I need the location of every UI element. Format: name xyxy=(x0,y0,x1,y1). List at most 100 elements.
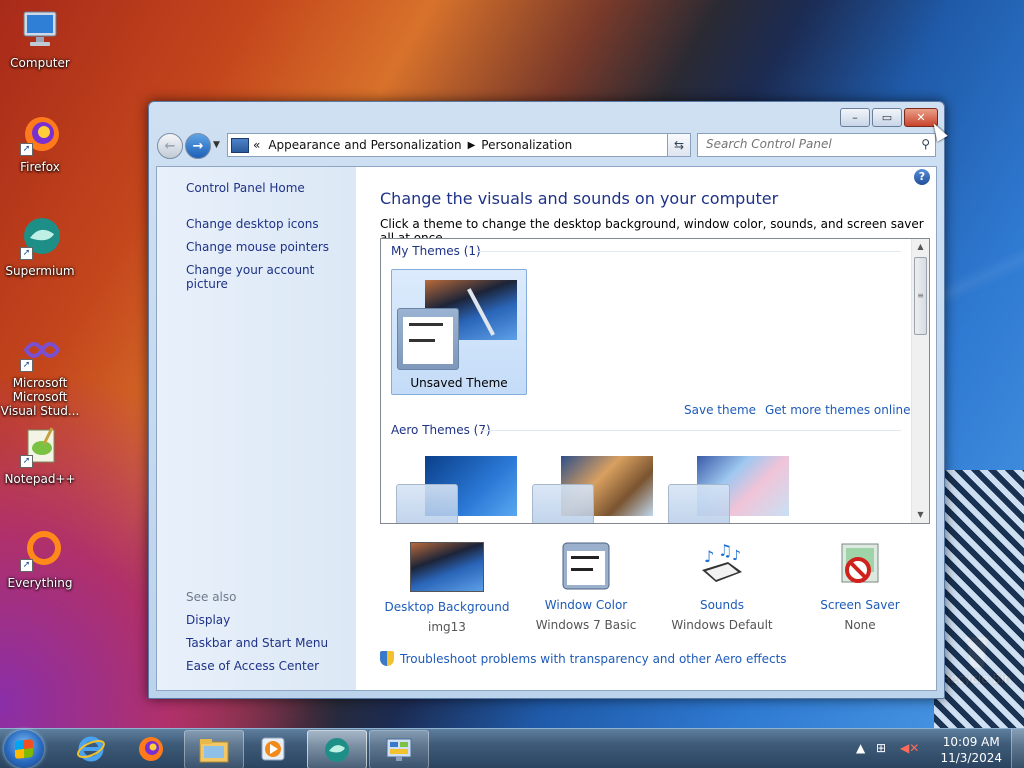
control-panel-home-link[interactable]: Control Panel Home xyxy=(186,181,305,195)
desktop-icon-label: Recycle Bin xyxy=(942,672,1012,686)
change-desktop-icons-link[interactable]: Change desktop icons xyxy=(186,217,319,231)
maximize-button[interactable]: ▭ xyxy=(872,108,902,127)
sounds-setting[interactable]: ♪ ♫ ♪ Sounds Windows Default xyxy=(657,541,787,632)
aero-theme-architecture-tile[interactable] xyxy=(527,456,655,523)
shield-icon xyxy=(380,651,394,666)
file-explorer-icon xyxy=(199,738,229,762)
recycle-bin-icon xyxy=(957,632,997,672)
breadcrumb-personalization[interactable]: Personalization xyxy=(481,138,572,152)
display-link[interactable]: Display xyxy=(186,613,230,627)
desktop-icon-computer[interactable]: Computer xyxy=(0,8,80,70)
window-color-setting[interactable]: Window Color Windows 7 Basic xyxy=(521,542,651,632)
firefox-icon xyxy=(139,736,163,761)
taskbar-start-menu-link[interactable]: Taskbar and Start Menu xyxy=(186,636,328,650)
desktop-icon-everything[interactable]: ➚ Everything xyxy=(0,528,80,590)
aero-theme-windows-tile[interactable] xyxy=(391,456,519,523)
caption-buttons: – ▭ ✕ xyxy=(840,108,938,127)
shortcut-arrow-icon: ➚ xyxy=(20,143,33,156)
desktop-icon-visual-studio[interactable]: ➚ Microsoft Microsoft Visual Stud... xyxy=(0,328,80,418)
unsaved-theme-label: Unsaved Theme xyxy=(410,376,508,390)
troubleshoot-label[interactable]: Troubleshoot problems with transparency … xyxy=(400,652,787,666)
shortcut-arrow-icon: ➚ xyxy=(20,559,33,572)
refresh-icon: ⇆ xyxy=(673,138,685,152)
glass-preview-icon xyxy=(668,484,730,523)
svg-text:♪: ♪ xyxy=(732,548,741,564)
taskbar-control-panel[interactable] xyxy=(369,730,429,768)
clock[interactable]: 10:09 AM 11/3/2024 xyxy=(940,734,1002,766)
window-preview-icon xyxy=(397,308,459,370)
aero-themes-header: Aero Themes (7) xyxy=(391,423,491,437)
svg-text:♫: ♫ xyxy=(718,542,732,560)
theme-list-scrollbar[interactable]: ▲ ≡ ▼ xyxy=(911,239,929,523)
back-arrow-icon: ← xyxy=(164,138,176,154)
personalization-window: – ▭ ✕ ← → ▼ « Appearance and Personaliza… xyxy=(148,101,945,699)
breadcrumb-overflow[interactable]: « xyxy=(253,138,260,152)
taskbar-media-player[interactable] xyxy=(244,730,302,767)
desktop-icon-notepadpp[interactable]: ➚ Notepad++ xyxy=(0,424,80,486)
my-themes-header: My Themes (1) xyxy=(391,244,481,258)
scroll-down-icon[interactable]: ▼ xyxy=(912,507,929,523)
desktop-background-icon xyxy=(410,542,484,592)
volume-muted-icon[interactable]: ◀✕ xyxy=(900,741,919,755)
media-player-icon xyxy=(261,737,285,760)
everything-icon: ➚ xyxy=(18,528,62,572)
notification-area: ▲ ⊞ ◀✕ 10:09 AM 11/3/2024 xyxy=(854,729,1024,768)
desktop-background-value: img13 xyxy=(428,620,466,634)
back-button[interactable]: ← xyxy=(157,133,183,159)
left-pane: Control Panel Home Change desktop icons … xyxy=(157,167,356,690)
window-color-label[interactable]: Window Color xyxy=(521,598,651,612)
search-box[interactable]: ⚲ xyxy=(697,133,936,157)
search-icon[interactable]: ⚲ xyxy=(921,137,930,151)
theme-list: My Themes (1) Unsaved Theme Save theme G… xyxy=(380,238,930,524)
desktop-icon-label: Computer xyxy=(10,56,70,70)
internet-explorer-icon xyxy=(77,736,105,761)
unsaved-theme-tile[interactable]: Unsaved Theme xyxy=(391,269,527,395)
start-button[interactable] xyxy=(4,730,44,768)
get-more-themes-link[interactable]: Get more themes online xyxy=(765,403,911,417)
recent-pages-dropdown[interactable]: ▼ xyxy=(213,140,220,150)
sounds-value: Windows Default xyxy=(671,618,773,632)
breadcrumb-separator-icon[interactable]: ▶ xyxy=(468,140,476,151)
minimize-button[interactable]: – xyxy=(840,108,870,127)
taskbar: ▲ ⊞ ◀✕ 10:09 AM 11/3/2024 xyxy=(0,728,1024,768)
screen-saver-label[interactable]: Screen Saver xyxy=(795,598,925,612)
network-icon[interactable]: ⊞ xyxy=(876,741,886,755)
desktop-icon-label: Everything xyxy=(7,576,73,590)
forward-button[interactable]: → xyxy=(185,133,211,159)
help-icon[interactable]: ? xyxy=(914,169,930,185)
clock-date: 11/3/2024 xyxy=(940,751,1002,765)
desktop-icon-recycle-bin[interactable]: Recycle Bin xyxy=(937,632,1017,686)
save-theme-link[interactable]: Save theme xyxy=(684,403,756,417)
shortcut-arrow-icon: ➚ xyxy=(20,455,33,468)
show-hidden-icons-icon[interactable]: ▲ xyxy=(856,741,865,755)
control-panel-icon xyxy=(386,738,412,761)
aero-theme-characters-tile[interactable] xyxy=(663,456,791,523)
sounds-icon: ♪ ♫ ♪ xyxy=(696,541,748,590)
change-account-picture-link[interactable]: Change your account picture xyxy=(186,263,356,291)
sounds-label[interactable]: Sounds xyxy=(657,598,787,612)
screen-saver-setting[interactable]: Screen Saver None xyxy=(795,542,925,632)
desktop-icon-supermium[interactable]: ➚ Supermium xyxy=(0,216,80,278)
desktop-background-label[interactable]: Desktop Background xyxy=(382,600,512,614)
forward-arrow-icon: → xyxy=(192,138,204,154)
change-mouse-pointers-link[interactable]: Change mouse pointers xyxy=(186,240,329,254)
breadcrumb-appearance[interactable]: Appearance and Personalization xyxy=(268,138,461,152)
troubleshoot-link[interactable]: Troubleshoot problems with transparency … xyxy=(380,651,787,666)
desktop-background-setting[interactable]: Desktop Background img13 xyxy=(382,542,512,634)
taskbar-internet-explorer[interactable] xyxy=(62,730,120,767)
group-divider xyxy=(481,430,901,431)
ease-of-access-link[interactable]: Ease of Access Center xyxy=(186,659,319,673)
shortcut-arrow-icon: ➚ xyxy=(20,359,33,372)
scroll-thumb[interactable]: ≡ xyxy=(914,257,927,335)
taskbar-firefox[interactable] xyxy=(122,730,180,767)
desktop-icon-firefox[interactable]: ➚ Firefox xyxy=(0,112,80,174)
glass-preview-icon xyxy=(396,484,458,523)
address-bar[interactable]: « Appearance and Personalization ▶ Perso… xyxy=(227,133,689,157)
taskbar-supermium[interactable] xyxy=(307,730,367,768)
taskbar-file-explorer[interactable] xyxy=(184,730,244,768)
refresh-button[interactable]: ⇆ xyxy=(667,133,691,157)
show-desktop-button[interactable] xyxy=(1011,729,1024,768)
desktop-icon-label: Microsoft Microsoft Visual Stud... xyxy=(0,376,80,418)
scroll-up-icon[interactable]: ▲ xyxy=(912,239,929,255)
search-input[interactable] xyxy=(698,134,914,154)
